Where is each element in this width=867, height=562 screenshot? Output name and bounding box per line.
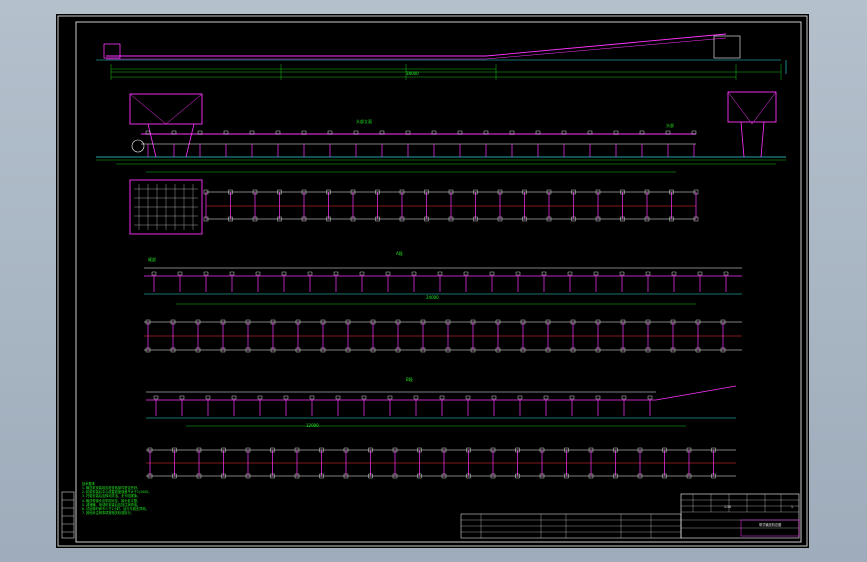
section-a-idler xyxy=(593,271,599,276)
head-leg xyxy=(740,121,745,158)
section-a-idler xyxy=(411,271,417,276)
scale-value: 1:50 xyxy=(724,505,732,509)
section-a-idler xyxy=(437,271,443,276)
section-a-idler xyxy=(281,271,287,276)
dim-span: 24000 xyxy=(426,295,439,300)
tail-brace xyxy=(165,93,203,125)
section-a-idler xyxy=(515,271,521,276)
section-b-incline xyxy=(655,385,737,401)
section-a-idler xyxy=(151,271,157,276)
tail-pulley xyxy=(131,139,145,153)
head-label: 头部 xyxy=(666,123,674,128)
drawing-sheet: 头部立面 A段 B段 头部 尾部 38000 24000 12000 技术要求 … xyxy=(56,14,809,548)
view-title-a: A段 xyxy=(396,251,403,256)
section-b-idler xyxy=(569,395,575,400)
drawing-frame xyxy=(75,21,802,543)
section-a-idler xyxy=(333,271,339,276)
section-b-idler xyxy=(543,395,549,400)
sheet-number: 1 xyxy=(791,505,794,509)
section-b-idler xyxy=(231,395,237,400)
section-b-idler xyxy=(309,395,315,400)
head-hopper xyxy=(727,91,777,123)
section-b-idler xyxy=(153,395,159,400)
view-title-top: 头部立面 xyxy=(356,119,372,124)
section-b-idler xyxy=(283,395,289,400)
section-b-idler xyxy=(439,395,445,400)
section-a-idler xyxy=(359,271,365,276)
head-leg xyxy=(760,121,765,158)
incline-belt-line xyxy=(485,33,727,57)
tail-label: 尾部 xyxy=(148,257,156,262)
section-a-idler xyxy=(229,271,235,276)
section-b-idler xyxy=(465,395,471,400)
section-a-idler xyxy=(307,271,313,276)
section-b-idler xyxy=(387,395,393,400)
section-a-idler xyxy=(203,271,209,276)
notes-stamp-box xyxy=(61,491,75,539)
section-b-idler xyxy=(595,395,601,400)
section-a-idler xyxy=(619,271,625,276)
section-a-idler xyxy=(645,271,651,276)
section-b-idler xyxy=(413,395,419,400)
section-b-idler xyxy=(205,395,211,400)
section-a-idler xyxy=(463,271,469,276)
head-brace xyxy=(751,91,777,125)
tail-leg xyxy=(147,123,157,158)
section-b-idler xyxy=(361,395,367,400)
note-line: 7. 其他未注明事项按相关标准执行。 xyxy=(82,511,134,516)
technical-notes: 技术要求 1. 输送机安装前应检查各部件是否完好。 2. 机架安装后中心线直线度… xyxy=(82,482,151,515)
tail-hopper xyxy=(129,93,203,125)
head-brace xyxy=(727,91,753,125)
section-b-idler xyxy=(491,395,497,400)
section-a-idler xyxy=(489,271,495,276)
drawing-canvas xyxy=(57,15,808,547)
section-b-idler xyxy=(335,395,341,400)
section-a-idler xyxy=(255,271,261,276)
tail-brace xyxy=(129,93,167,125)
section-a-idler xyxy=(385,271,391,276)
sheet-border xyxy=(57,15,808,547)
incline-belt-return xyxy=(485,37,727,60)
drawing-name: 带式输送机总图 xyxy=(759,523,782,527)
section-b-idler xyxy=(647,395,653,400)
section-b-idler xyxy=(179,395,185,400)
section-b-idler xyxy=(257,395,263,400)
section-a-idler xyxy=(567,271,573,276)
tail-leg xyxy=(185,123,195,158)
section-a-idler xyxy=(541,271,547,276)
title-block-box xyxy=(680,493,800,539)
section-b-idler xyxy=(621,395,627,400)
head-drive-box xyxy=(713,35,741,59)
cad-viewport[interactable]: 头部立面 A段 B段 头部 尾部 38000 24000 12000 技术要求 … xyxy=(0,0,867,562)
section-a-idler xyxy=(723,271,729,276)
dim-total: 38000 xyxy=(406,71,419,76)
section-a-idler xyxy=(177,271,183,276)
section-b-idler xyxy=(517,395,523,400)
dim-seg: 12000 xyxy=(306,423,319,428)
section-a-idler xyxy=(697,271,703,276)
section-a-idler xyxy=(671,271,677,276)
view-title-b: B段 xyxy=(406,377,413,382)
